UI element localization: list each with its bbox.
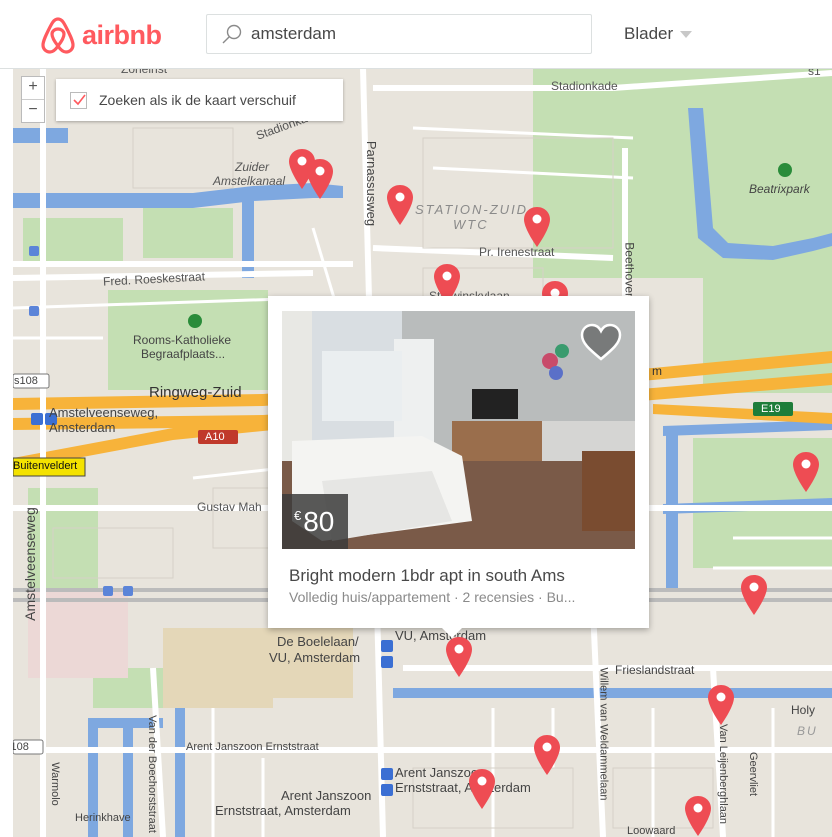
listing-photo[interactable]: € 80: [282, 311, 635, 549]
map-label-ringweg-zuid: Ringweg-Zuid: [149, 384, 242, 401]
map-label-s108: s108: [14, 375, 38, 387]
map-label-de-boelelaan: De Boelelaan/: [277, 634, 359, 649]
chevron-down-icon: [680, 30, 693, 38]
map-label-amstelveenseweg-station: Amstelveenseweg,: [49, 405, 159, 420]
map-label-bu: BU: [797, 724, 818, 738]
map-label-a10: A10: [205, 431, 225, 443]
map-label-s1: s1: [808, 68, 821, 78]
heart-icon[interactable]: [579, 323, 623, 363]
search-icon: [222, 24, 242, 44]
map-label-arent-2b: Ernststraat, Amsterdam: [215, 803, 351, 818]
map-label-zuider: Zuider: [235, 160, 270, 174]
listing-title[interactable]: Bright modern 1bdr apt in south Ams: [289, 566, 565, 586]
map-label-stadionkade: Stadionkade: [551, 79, 618, 93]
map-label-geervliet: Geervliet: [747, 751, 760, 797]
search-as-map-moves-toggle[interactable]: Zoeken als ik de kaart verschuif: [56, 79, 343, 121]
map-label-s108b: s108: [13, 741, 29, 753]
map-label-m: m: [652, 364, 662, 378]
map-pin[interactable]: [386, 184, 414, 226]
map-label-wtc: WTC: [453, 217, 489, 232]
map-label-parnassusweg: Parnassusweg: [364, 140, 380, 227]
map-label-station-zuid: STATION-ZUID: [415, 202, 529, 217]
map-label-gustav: Gustav Mah: [197, 500, 262, 514]
brand-name: airbnb: [82, 19, 162, 50]
map-label-leijenberghlaan: Van Leijenberghlaan: [717, 723, 730, 825]
map-label-vu-amsterdam: VU, Amsterdam: [269, 650, 361, 665]
map-label-begraafplaats: Begraafplaats...: [141, 347, 226, 361]
zoom-in-button[interactable]: +: [22, 77, 44, 99]
map-label-arent-2a: Arent Janszoon: [281, 788, 372, 803]
price-badge: € 80: [282, 494, 349, 549]
map-label-e19: E19: [761, 403, 781, 415]
map-pin[interactable]: [306, 158, 334, 200]
airbnb-logo[interactable]: airbnb: [40, 16, 162, 54]
search-as-map-moves-label: Zoeken als ik de kaart verschuif: [99, 92, 296, 108]
map-pin[interactable]: [684, 795, 712, 837]
map-pin[interactable]: [533, 734, 561, 776]
map-label-arent-1: Arent Janszoon Ernststraat: [186, 741, 319, 753]
map-label-zoneinst: Zoneinst: [121, 68, 168, 76]
map-label-amsterdam: Amsterdam: [49, 420, 116, 435]
map-label-warmolo: Warmolo: [48, 762, 61, 806]
map-label-willem: Willem van Weldammelaan: [597, 667, 610, 801]
top-header: airbnb Blader: [0, 0, 832, 69]
map-label-van-der-boechorst: Van der Boechorststraat: [145, 715, 158, 833]
search-input[interactable]: [249, 23, 583, 45]
search-box[interactable]: [206, 14, 592, 54]
airbnb-belo-icon: [41, 17, 75, 54]
map-label-buitenveldert: Buitenveldert: [13, 460, 78, 472]
checkmark-icon: [73, 94, 86, 105]
price-amount: 80: [303, 505, 335, 537]
map-label-amstelkanaal: Amstelkanaal: [213, 174, 286, 188]
map-label-herinkhave: Herinkhave: [75, 812, 131, 824]
map-pin[interactable]: [468, 768, 496, 810]
zoom-controls: + −: [21, 76, 45, 123]
map-pin[interactable]: [792, 451, 820, 493]
zoom-out-button[interactable]: −: [22, 99, 44, 122]
search-as-map-moves-checkbox[interactable]: [70, 91, 87, 109]
browse-label: Blader: [624, 24, 674, 43]
map-pin[interactable]: [707, 684, 735, 726]
map-label-rooms-katholieke: Rooms-Katholieke: [133, 333, 232, 347]
map-label-amstelveenseweg: Amstelveenseweg: [21, 507, 38, 621]
map-label-beethoven: Beethoven: [622, 242, 637, 300]
price-currency: €: [294, 508, 302, 523]
map-label-holy: Holy: [791, 703, 816, 717]
listing-popup[interactable]: € 80 Bright modern 1bdr apt in south Ams…: [268, 296, 649, 638]
listing-subtitle: Volledig huis/appartement · 2 recensies …: [289, 589, 576, 605]
map-label-loowaard: Loowaard: [627, 825, 676, 837]
map-pin[interactable]: [740, 574, 768, 616]
map-label-arent-3b: Ernststraat, Amsterdam: [395, 780, 531, 795]
browse-dropdown[interactable]: Blader: [624, 24, 693, 44]
map-label-frieslandstraat: Frieslandstraat: [615, 663, 695, 677]
map-label-beatrixpark: Beatrixpark: [749, 182, 810, 196]
map-pin-selected[interactable]: [445, 636, 473, 678]
map-pin[interactable]: [523, 206, 551, 248]
